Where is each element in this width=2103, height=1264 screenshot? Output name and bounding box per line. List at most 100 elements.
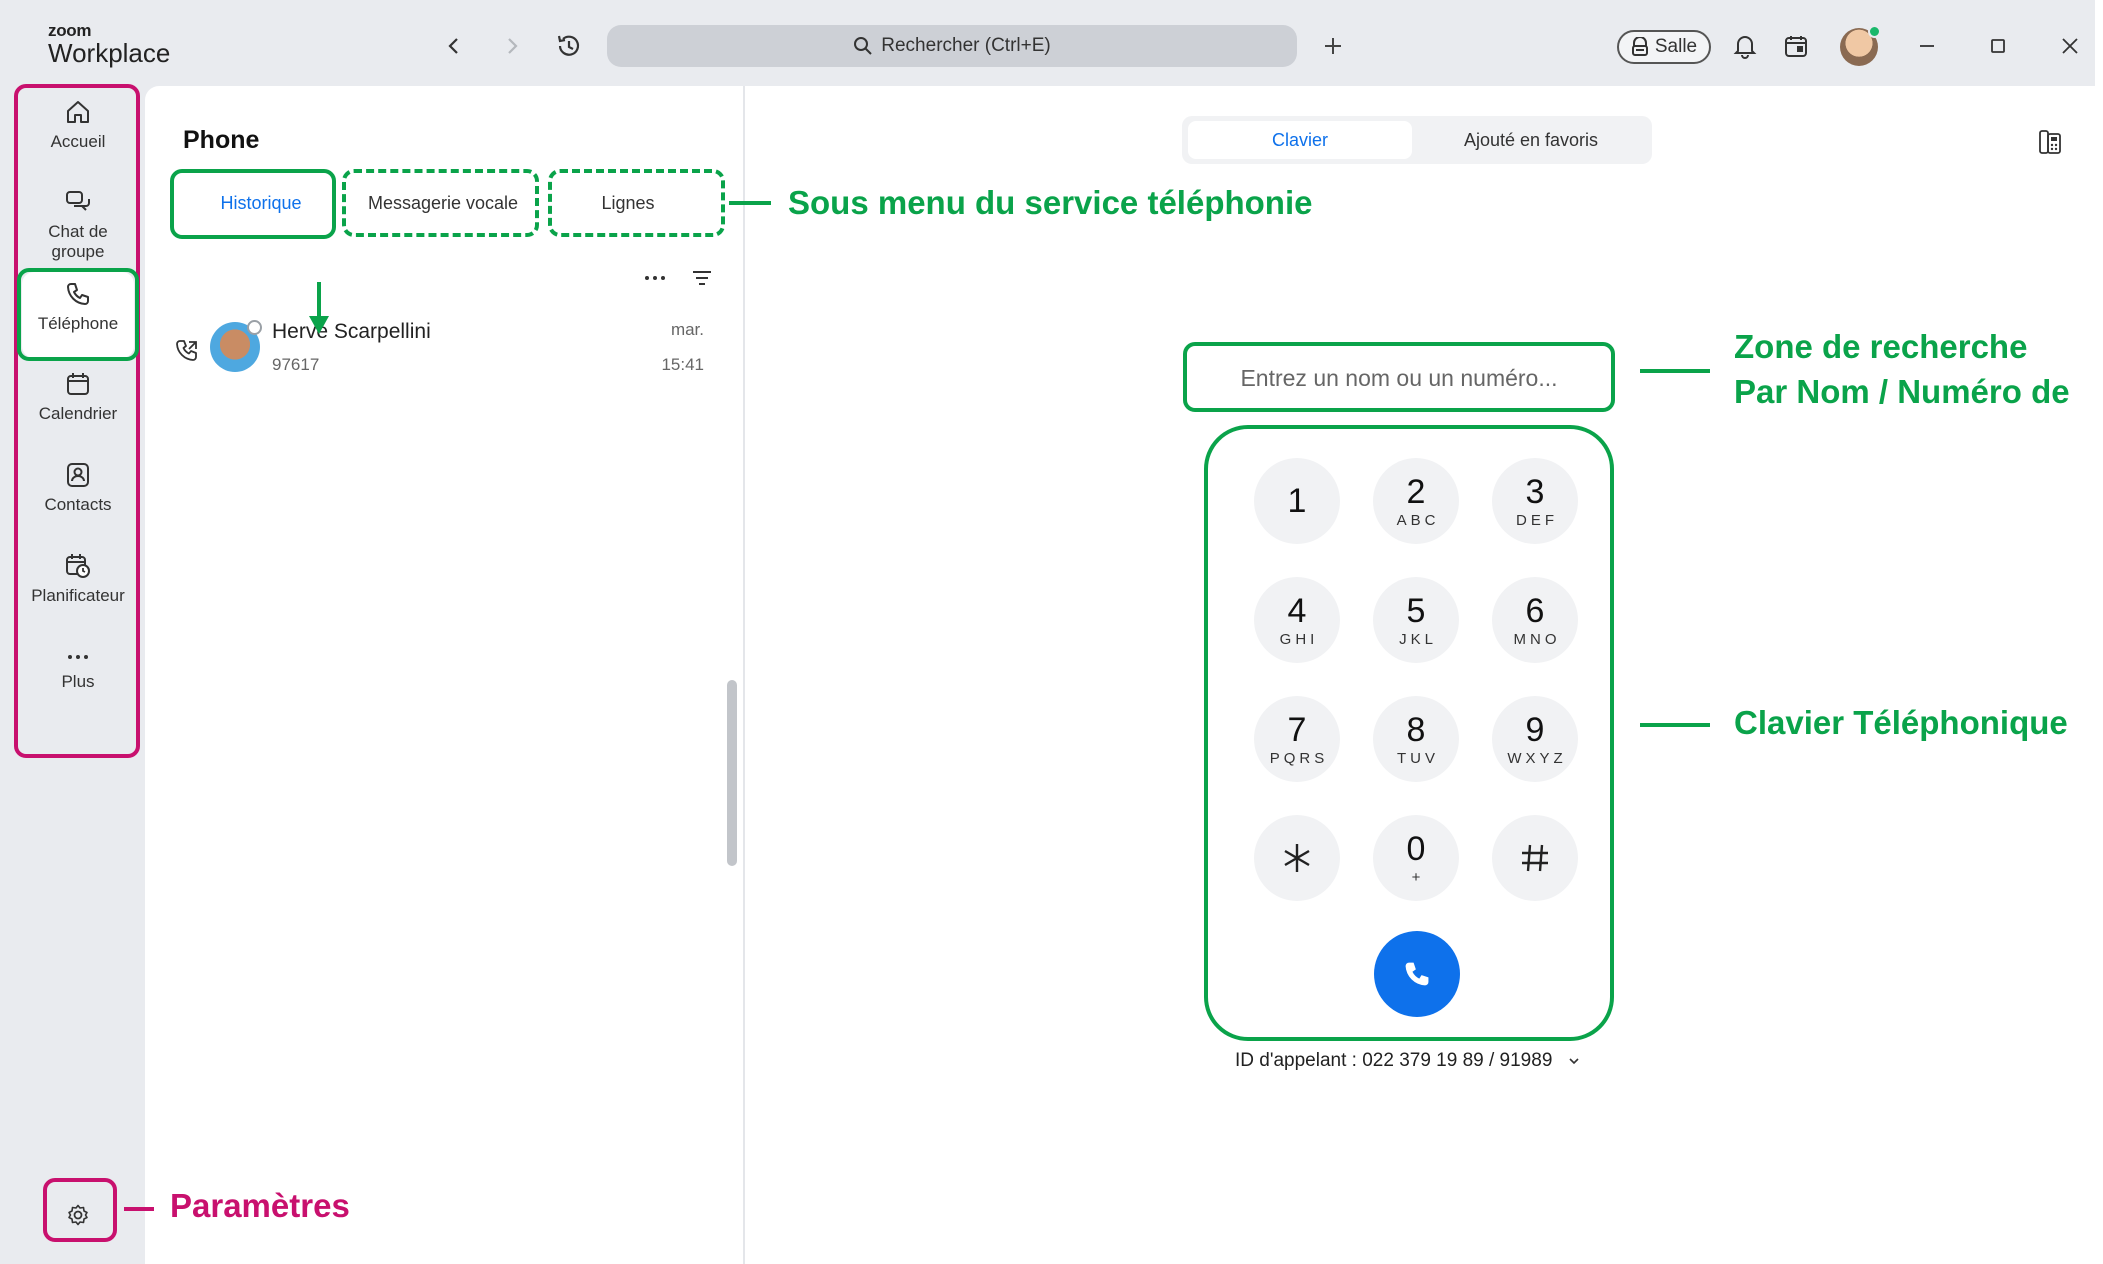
- annotation-line-settings: [124, 1207, 154, 1211]
- nav-item-plus[interactable]: Plus: [14, 648, 142, 692]
- key-0[interactable]: 0 +: [1373, 815, 1459, 901]
- key-3[interactable]: 3 DEF: [1492, 458, 1578, 544]
- contact-avatar: [210, 320, 262, 372]
- maximize-button[interactable]: [1980, 28, 2016, 64]
- segment-favoris[interactable]: Ajouté en favoris: [1416, 121, 1646, 159]
- key-5[interactable]: 5 JKL: [1373, 577, 1459, 663]
- key-digit: 2: [1406, 472, 1426, 511]
- nav-item-calendrier[interactable]: Calendrier: [14, 370, 142, 424]
- asterisk-icon: [1284, 844, 1310, 872]
- key-digit: 3: [1525, 472, 1545, 511]
- room-label: Salle: [1654, 36, 1698, 57]
- key-digit: 1: [1287, 482, 1307, 520]
- presence-dot: [1868, 25, 1881, 38]
- room-button[interactable]: Salle: [1617, 30, 1711, 64]
- scheduler-icon: [66, 554, 90, 578]
- settings-button[interactable]: [60, 1197, 96, 1233]
- chevron-right-icon: [508, 38, 518, 54]
- call-button[interactable]: [1374, 931, 1460, 1017]
- key-7[interactable]: 7 PQRS: [1254, 696, 1340, 782]
- back-button[interactable]: [436, 28, 472, 64]
- contact-name: Hervé Scarpellini: [272, 320, 431, 343]
- notifications-button[interactable]: [1727, 28, 1763, 64]
- caller-id-selector[interactable]: ID d'appelant : 022 379 19 89 / 91989: [1235, 1050, 1580, 1072]
- user-avatar[interactable]: [1840, 25, 1881, 66]
- caller-id-label: ID d'appelant : 022 379 19 89 / 91989: [1235, 1050, 1553, 1071]
- call-day: mar.: [670, 320, 704, 339]
- filter-button[interactable]: [684, 260, 720, 296]
- key-6[interactable]: 6 MNO: [1492, 577, 1578, 663]
- tab-historique[interactable]: Historique: [172, 175, 350, 231]
- phone-settings-button[interactable]: [2032, 124, 2068, 160]
- contact-extension: 97617: [272, 355, 320, 374]
- global-search-bar[interactable]: Rechercher (Ctrl+E): [607, 25, 1297, 67]
- nav-item-contacts[interactable]: Contacts: [14, 461, 142, 515]
- call-history-row[interactable]: Hervé Scarpellini 97617 mar. 15:41: [170, 318, 710, 382]
- annotation-line-submenu: [729, 201, 771, 205]
- key-digit: 5: [1406, 591, 1426, 630]
- key-letters: +: [1411, 868, 1425, 886]
- nav-label-accueil: Accueil: [50, 132, 106, 151]
- key-letters: TUV: [1397, 749, 1439, 767]
- nav-label-chat: Chat de groupe: [48, 222, 108, 261]
- nav-item-telephone[interactable]: Téléphone: [14, 280, 142, 334]
- annotation-search-line2: Par Nom / Numéro de: [1734, 373, 2070, 410]
- phone-icon: [1405, 962, 1429, 986]
- nav-item-planificateur[interactable]: Planificateur: [14, 552, 142, 606]
- contacts-icon: [67, 463, 89, 487]
- history-button[interactable]: [551, 28, 587, 64]
- annotation-line-search: [1640, 369, 1710, 373]
- call-time: 15:41: [661, 355, 704, 374]
- maximize-icon: [1991, 39, 2005, 53]
- page-title: Phone: [183, 126, 260, 154]
- desk-phone-icon: [2039, 130, 2061, 154]
- tab-lignes[interactable]: Lignes: [552, 175, 704, 231]
- nav-label-calendrier: Calendrier: [38, 404, 118, 423]
- annotation-submenu: Sous menu du service téléphonie: [788, 184, 1313, 221]
- key-letters: MNO: [1513, 630, 1561, 648]
- segment-clavier[interactable]: Clavier: [1188, 121, 1412, 159]
- minimize-button[interactable]: [1909, 28, 1945, 64]
- tab-messagerie-vocale[interactable]: Messagerie vocale: [346, 175, 540, 231]
- key-letters: GHI: [1279, 630, 1319, 648]
- contact-status-icon: [247, 320, 262, 335]
- search-icon: [854, 37, 872, 55]
- key-letters: ABC: [1396, 511, 1440, 529]
- key-8[interactable]: 8 TUV: [1373, 696, 1459, 782]
- key-star[interactable]: [1254, 815, 1340, 901]
- close-button[interactable]: [2052, 28, 2088, 64]
- dialer-panel: [745, 86, 2095, 1264]
- more-options-button[interactable]: [637, 260, 673, 296]
- key-digit: 9: [1525, 710, 1545, 749]
- nav-item-accueil[interactable]: Accueil: [14, 98, 142, 152]
- key-9[interactable]: 9 WXYZ: [1492, 696, 1578, 782]
- hash-icon: [1522, 844, 1548, 872]
- key-letters: DEF: [1516, 511, 1558, 529]
- nav-label-contacts: Contacts: [44, 495, 112, 514]
- dial-number-input[interactable]: [1186, 345, 1612, 411]
- outgoing-call-icon: [176, 340, 197, 361]
- history-scrollbar[interactable]: [727, 680, 737, 866]
- calendar-icon: [67, 373, 89, 395]
- calendar-icon: [1785, 36, 1807, 57]
- more-icon: [68, 655, 88, 659]
- filter-icon: [693, 271, 711, 285]
- logo-brand-small: zoom: [48, 21, 92, 40]
- forward-button[interactable]: [494, 28, 530, 64]
- new-tab-button[interactable]: [1315, 28, 1351, 64]
- logo-brand-large: Workplace: [48, 38, 171, 68]
- key-2[interactable]: 2 ABC: [1373, 458, 1459, 544]
- chevron-down-icon: [1569, 1058, 1579, 1065]
- key-1[interactable]: 1: [1254, 458, 1340, 544]
- key-hash[interactable]: [1492, 815, 1578, 901]
- gear-icon: [68, 1204, 88, 1226]
- more-horizontal-icon: [645, 276, 665, 280]
- key-4[interactable]: 4 GHI: [1254, 577, 1340, 663]
- calendar-widget-button[interactable]: [1778, 28, 1814, 64]
- window-edge: [2095, 0, 2103, 1264]
- annotation-keypad: Clavier Téléphonique: [1734, 704, 2068, 741]
- annotation-arrow-down: [309, 282, 329, 334]
- close-icon: [2062, 38, 2078, 54]
- nav-item-chat[interactable]: Chat de groupe: [14, 188, 142, 262]
- bell-icon: [1733, 36, 1757, 59]
